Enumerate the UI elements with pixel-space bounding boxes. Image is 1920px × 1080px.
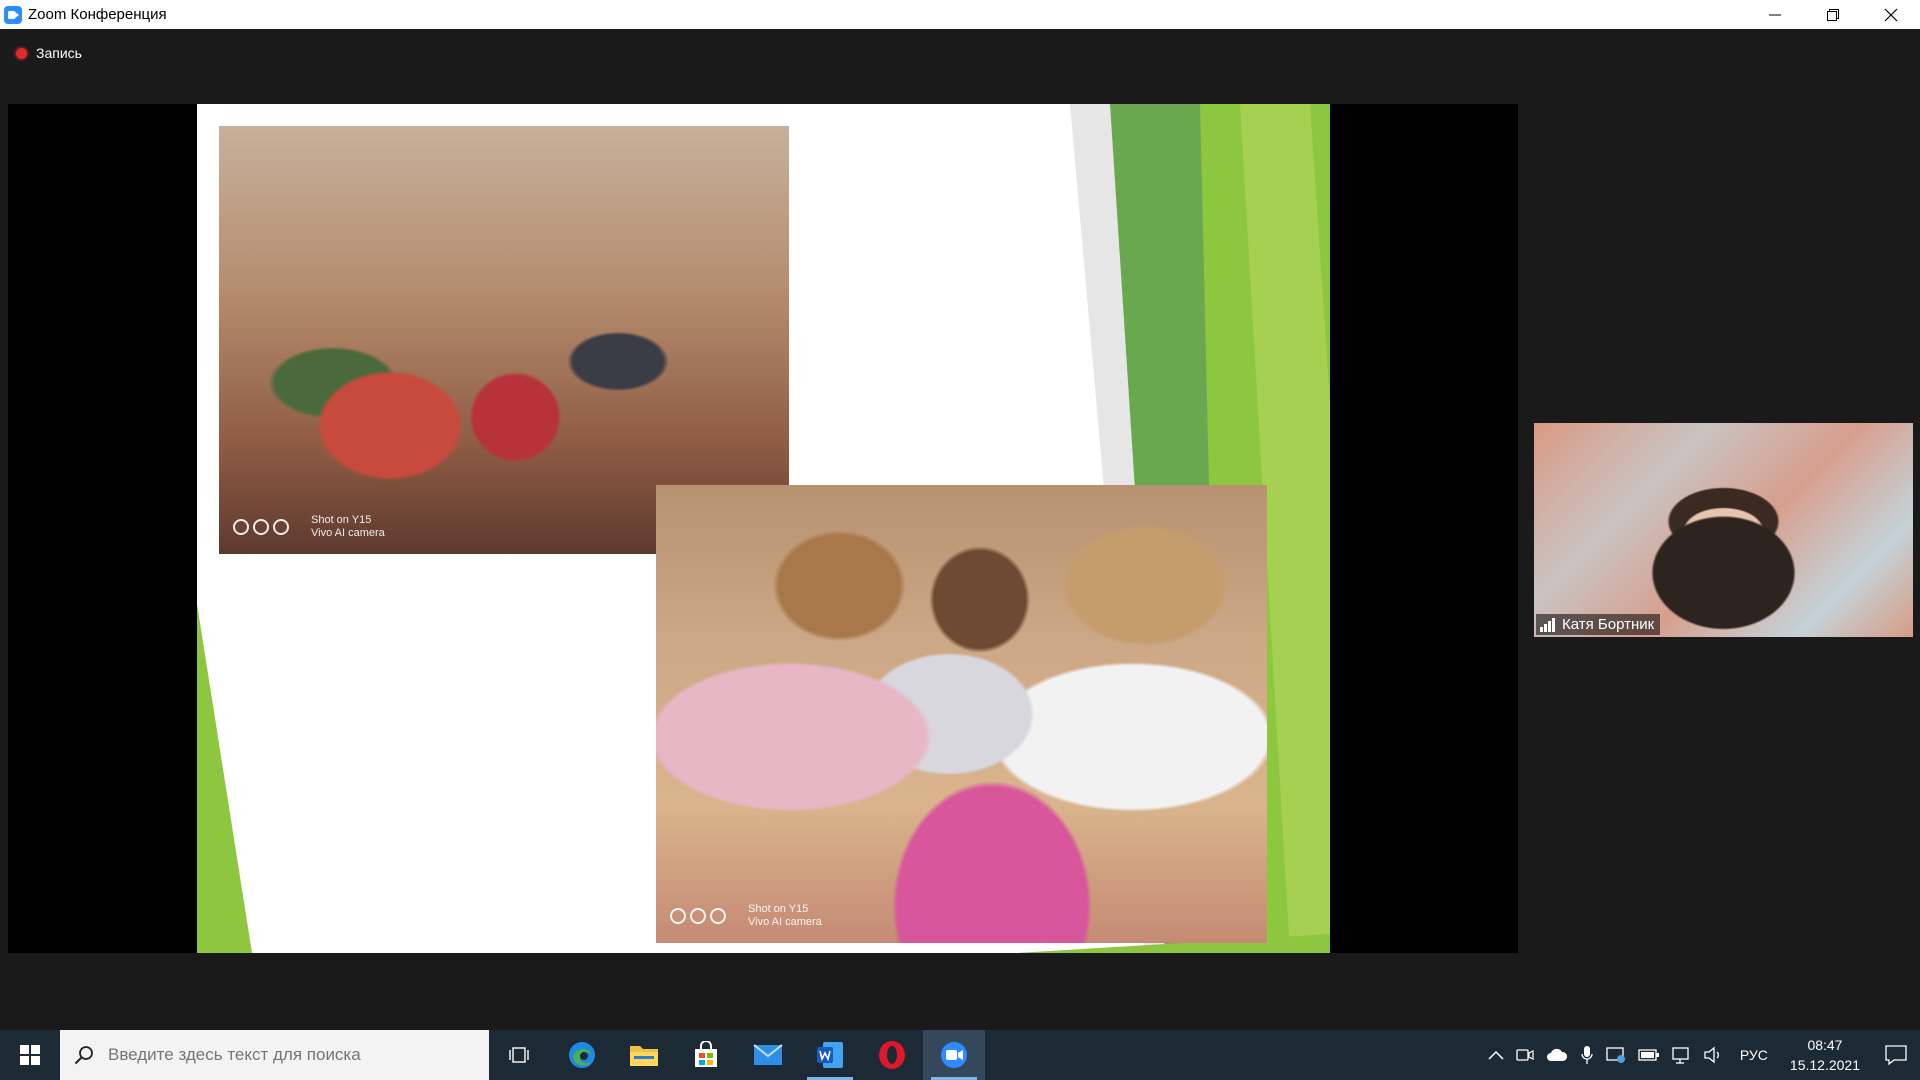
battery-tray-button[interactable] [1632,1030,1666,1080]
search-input[interactable] [106,1044,470,1066]
search-icon [74,1046,93,1065]
word-taskbar-button[interactable] [799,1030,861,1080]
camera-tray-icon [1516,1049,1534,1061]
slide-green-left-decoration [197,604,252,953]
clock[interactable]: 08:47 15.12.2021 [1778,1035,1872,1075]
shield-screen-icon [1606,1047,1625,1063]
show-hidden-icons-button[interactable] [1482,1030,1510,1080]
mail-taskbar-button[interactable] [737,1030,799,1080]
watermark-line2: Vivo AI camera [311,527,385,539]
minimize-button[interactable] [1746,0,1804,29]
chevron-up-icon [1488,1050,1504,1060]
microphone-icon [1581,1046,1593,1064]
cloud-icon [1546,1048,1567,1061]
opera-icon [879,1041,905,1069]
microphone-tray-button[interactable] [1574,1030,1600,1080]
signal-strength-icon [1540,617,1556,632]
watermark-line1: Shot on Y15 [748,903,809,915]
close-icon [1884,8,1898,21]
network-tray-button[interactable] [1666,1030,1698,1080]
system-tray: РУС 08:47 15.12.2021 [1482,1030,1920,1080]
mail-icon [753,1044,783,1065]
opera-taskbar-button[interactable] [861,1030,923,1080]
file-explorer-taskbar-button[interactable] [613,1030,675,1080]
notification-icon [1885,1045,1907,1065]
restore-icon [1827,8,1839,21]
close-button[interactable] [1862,0,1920,29]
recording-label: Запись [36,45,82,61]
photo1-watermark: Shot on Y15 Vivo AI camera [233,514,385,540]
watermark-line2: Vivo AI camera [748,916,822,928]
speaker-icon [1704,1046,1719,1064]
folder-icon [630,1046,658,1066]
language-indicator[interactable]: РУС [1730,1030,1778,1080]
word-icon [817,1042,843,1068]
photo2-watermark: Shot on Y15 Vivo AI camera [670,903,822,929]
security-tray-button[interactable] [1600,1030,1632,1080]
start-button[interactable] [0,1030,60,1080]
presentation-slide: Shot on Y15 Vivo AI camera Shot on Y15 V… [197,104,1330,953]
edge-taskbar-button[interactable] [551,1030,613,1080]
minimize-icon [1769,14,1781,15]
participant-video[interactable]: Катя Бортник [1534,423,1913,637]
recording-indicator[interactable]: Запись [16,45,82,61]
clock-date: 15.12.2021 [1789,1057,1860,1073]
windows-taskbar: РУС 08:47 15.12.2021 [0,1030,1920,1080]
task-view-icon [509,1047,529,1063]
zoom-taskbar-button[interactable] [923,1030,985,1080]
windows-logo-icon [20,1045,40,1065]
restore-button[interactable] [1804,0,1862,29]
edge-icon [569,1042,595,1068]
action-center-button[interactable] [1872,1030,1920,1080]
participant-name: Катя Бортник [1562,616,1655,633]
zoom-app-icon [4,5,22,24]
meet-now-tray-button[interactable] [1510,1030,1540,1080]
window-title: Zoom Конференция [28,6,167,23]
task-view-button[interactable] [489,1030,551,1080]
store-icon [695,1041,717,1067]
title-bar: Zoom Конференция [0,0,1920,29]
onedrive-tray-button[interactable] [1540,1030,1574,1080]
store-taskbar-button[interactable] [675,1030,737,1080]
battery-icon [1638,1049,1659,1061]
network-icon [1672,1047,1689,1064]
volume-tray-button[interactable] [1698,1030,1730,1080]
classroom-photo-2: Shot on Y15 Vivo AI camera [656,485,1267,943]
clock-time: 08:47 [1807,1037,1843,1053]
participant-name-tag: Катя Бортник [1536,614,1661,635]
record-dot-icon [16,47,27,59]
watermark-line1: Shot on Y15 [311,514,372,526]
taskbar-search[interactable] [60,1030,489,1080]
zoom-icon [941,1042,967,1068]
window-controls [1746,0,1920,29]
